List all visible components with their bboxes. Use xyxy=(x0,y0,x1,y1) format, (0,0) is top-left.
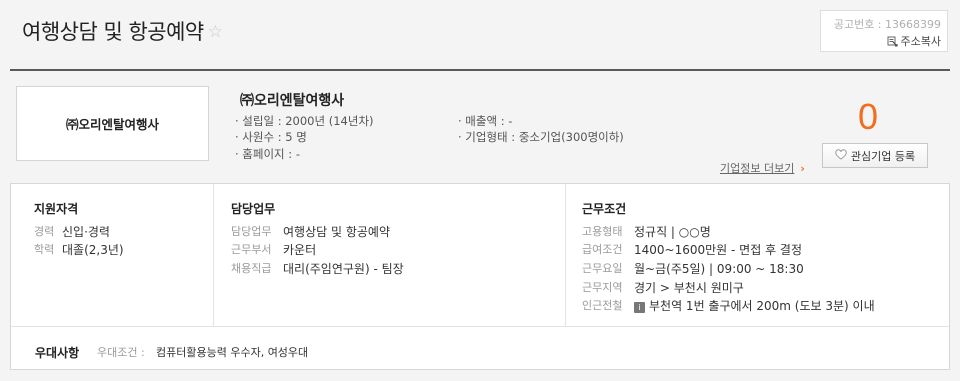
row-label: 근무부서 xyxy=(231,243,272,256)
notice-info-box: 공고번호 : 13668399 주소복사 xyxy=(820,10,948,52)
qualification-row: 경력 신입·경력 xyxy=(34,223,110,240)
conditions-row: 인근전철 i 부천역 1번 출구에서 200m (도보 3분) 이내 xyxy=(582,297,875,314)
company-more-info-link[interactable]: 기업정보 더보기 › xyxy=(720,160,805,176)
conditions-row: 급여조건 1400~1600만원 - 면접 후 결정 xyxy=(582,241,802,258)
company-employees: · 사원수 : 5 명 xyxy=(235,130,307,144)
row-value: 여행상담 및 항공예약 xyxy=(283,225,390,239)
perks-title: 우대사항 xyxy=(35,346,80,360)
row-value: 1400~1600만원 - 면접 후 결정 xyxy=(634,243,803,257)
company-type: · 기업형태 : 중소기업(300명이하) xyxy=(458,130,624,144)
subway-value: i 부천역 1번 출구에서 200m (도보 3분) 이내 xyxy=(634,297,875,314)
conditions-title: 근무조건 xyxy=(582,202,627,216)
duties-title: 담당업무 xyxy=(231,202,276,216)
qualification-title: 지원자격 xyxy=(34,202,79,216)
more-info-label: 기업정보 더보기 xyxy=(720,162,795,175)
row-label: 근무요일 xyxy=(582,262,623,275)
duties-row: 근무부서 카운터 xyxy=(231,241,316,258)
star-icon[interactable]: ☆ xyxy=(208,22,223,42)
row-label: 급여조건 xyxy=(582,243,623,256)
row-label: 인근전철 xyxy=(582,299,623,312)
company-sales: · 매출액 : - xyxy=(458,114,513,128)
column-divider xyxy=(565,184,566,326)
company-homepage: · 홈페이지 : - xyxy=(235,147,300,161)
favorite-count: 0 xyxy=(858,96,879,137)
duties-row: 채용직급 대리(주임연구원) - 팀장 xyxy=(231,260,404,277)
perks-value: 컴퓨터활용능력 우수자, 여성우대 xyxy=(156,346,309,359)
qualification-row: 학력 대졸(2,3년) xyxy=(34,241,124,258)
row-value: 부천역 1번 출구에서 200m (도보 3분) 이내 xyxy=(649,299,875,313)
row-label: 고용형태 xyxy=(582,225,623,238)
page-title: 여행상담 및 항공예약 ☆ xyxy=(22,16,223,46)
row-value: 월~금(주5일) | 09:00 ~ 18:30 xyxy=(634,262,804,276)
conditions-row: 근무지역 경기 > 부천시 원미구 xyxy=(582,279,744,296)
company-logo[interactable]: ㈜오리엔탈여행사 xyxy=(16,86,209,161)
favorite-company-button[interactable]: 관심기업 등록 xyxy=(822,143,928,168)
row-label: 담당업무 xyxy=(231,225,272,238)
subway-info-icon: i xyxy=(634,302,645,313)
address-copy-label: 주소복사 xyxy=(900,35,941,48)
conditions-row: 고용형태 정규직 | ○○명 xyxy=(582,223,711,240)
company-name[interactable]: ㈜오리엔탈여행사 xyxy=(240,90,344,110)
copy-icon xyxy=(887,36,898,47)
row-value: 카운터 xyxy=(283,243,317,257)
conditions-row: 근무요일 월~금(주5일) | 09:00 ~ 18:30 xyxy=(582,260,804,277)
header-divider xyxy=(10,69,950,71)
heart-icon xyxy=(835,148,847,163)
notice-number: 공고번호 : 13668399 xyxy=(833,18,941,31)
row-value: 정규직 | ○○명 xyxy=(634,225,711,239)
company-logo-text: ㈜오리엔탈여행사 xyxy=(65,117,159,132)
row-divider xyxy=(11,326,949,327)
job-title: 여행상담 및 항공예약 xyxy=(22,20,204,44)
row-label: 경력 xyxy=(34,225,55,238)
address-copy-button[interactable]: 주소복사 xyxy=(887,33,941,49)
column-divider xyxy=(213,184,214,326)
perks-label: 우대조건 : xyxy=(97,346,145,359)
row-label: 학력 xyxy=(34,243,55,256)
chevron-right-icon: › xyxy=(800,162,805,175)
row-label: 근무지역 xyxy=(582,281,623,294)
row-label: 채용직급 xyxy=(231,262,272,275)
row-value: 경기 > 부천시 원미구 xyxy=(634,281,744,295)
row-value: 대졸(2,3년) xyxy=(62,243,124,257)
row-value: 신입·경력 xyxy=(62,225,110,239)
duties-row: 담당업무 여행상담 및 항공예약 xyxy=(231,223,390,240)
favorite-company-label: 관심기업 등록 xyxy=(850,149,916,163)
job-detail-box: 지원자격 경력 신입·경력 학력 대졸(2,3년) 담당업무 담당업무 여행상담… xyxy=(10,183,950,370)
company-founded: · 설립일 : 2000년 (14년차) xyxy=(235,114,374,128)
row-value: 대리(주임연구원) - 팀장 xyxy=(283,262,404,276)
